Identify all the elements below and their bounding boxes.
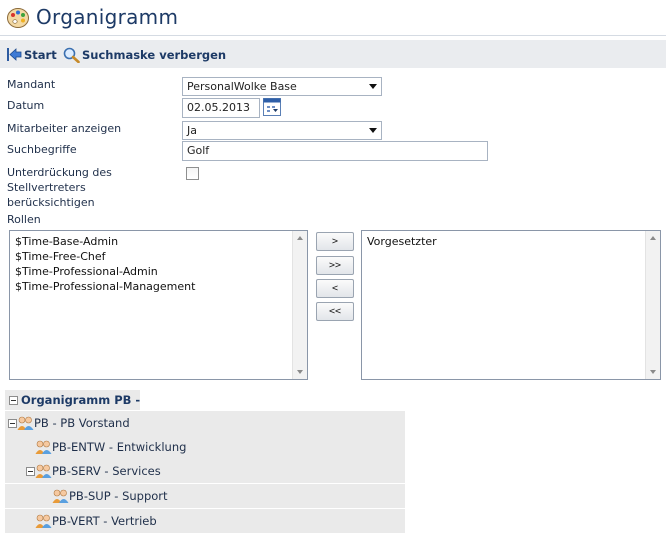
tree-node-label: PB-SERV - Services	[52, 464, 161, 478]
list-item[interactable]: $Time-Free-Chef	[15, 249, 307, 264]
datum-input[interactable]: 02.05.2013	[182, 98, 260, 118]
rollen-label: Rollen	[7, 213, 41, 226]
hide-search-label: Suchmaske verbergen	[82, 47, 227, 62]
scrollbar[interactable]	[292, 231, 307, 379]
scroll-down-icon[interactable]	[297, 370, 303, 374]
list-item[interactable]: Vorgesetzter	[367, 234, 660, 249]
unterdrueckung-label: Unterdrückung des Stellvertreters berück…	[7, 165, 112, 210]
mitarbeiter-select[interactable]: Ja	[182, 121, 382, 140]
tree-root-label: Organigramm PB -	[21, 393, 141, 407]
add-role-button[interactable]: >	[316, 232, 354, 251]
tree-node-label: PB - PB Vorstand	[34, 416, 130, 430]
page-title: Organigramm	[36, 5, 179, 29]
tree-node-vertrieb[interactable]: PB-VERT - Vertrieb	[5, 509, 405, 533]
mandant-label: Mandant	[7, 78, 56, 91]
selected-roles-list[interactable]: Vorgesetzter	[361, 230, 661, 380]
mandant-select[interactable]: PersonalWolke Base	[182, 77, 382, 96]
scroll-up-icon[interactable]	[297, 236, 303, 240]
list-item[interactable]: $Time-Professional-Admin	[15, 264, 307, 279]
mitarbeiter-value: Ja	[187, 124, 197, 137]
group-icon	[52, 489, 69, 503]
tree-node-label: PB-SUP - Support	[69, 489, 168, 503]
group-icon	[35, 514, 52, 528]
available-roles-list[interactable]: $Time-Base-Admin $Time-Free-Chef $Time-P…	[9, 230, 308, 380]
unterdrueckung-label-line1: Unterdrückung des	[7, 166, 112, 179]
mandant-value: PersonalWolke Base	[187, 80, 297, 93]
group-icon	[35, 464, 52, 478]
chevron-down-icon	[369, 128, 377, 133]
start-label: Start	[24, 47, 57, 62]
unterdrueckung-label-line3: berücksichtigen	[7, 196, 95, 209]
remove-role-button[interactable]: <	[316, 279, 354, 298]
suchbegriffe-label: Suchbegriffe	[7, 143, 77, 156]
tree-node-services[interactable]: PB-SERV - Services	[5, 459, 405, 483]
tree-node-label: PB-VERT - Vertrieb	[52, 514, 157, 528]
unterdrueckung-label-line2: Stellvertreters	[7, 181, 86, 194]
add-all-roles-button[interactable]: >>	[316, 256, 354, 275]
mitarbeiter-label: Mitarbeiter anzeigen	[7, 122, 122, 135]
group-icon	[35, 440, 52, 454]
collapse-icon[interactable]	[8, 418, 17, 428]
collapse-icon[interactable]	[9, 395, 18, 405]
list-item[interactable]: $Time-Professional-Management	[15, 279, 307, 294]
datum-label: Datum	[7, 99, 45, 112]
hide-search-button[interactable]: Suchmaske verbergen	[63, 46, 226, 63]
chevron-down-icon	[369, 84, 377, 89]
back-arrow-icon	[7, 48, 22, 61]
list-item[interactable]: $Time-Base-Admin	[15, 234, 307, 249]
title-bar: Organigramm	[0, 0, 666, 36]
tree-node-entwicklung[interactable]: PB-ENTW - Entwicklung	[5, 435, 405, 459]
suchbegriffe-input[interactable]: Golf	[182, 141, 488, 161]
calendar-icon[interactable]	[263, 98, 281, 116]
magnifier-icon	[63, 47, 80, 63]
tree-root[interactable]: Organigramm PB -	[5, 390, 140, 410]
unterdrueckung-checkbox[interactable]	[186, 167, 199, 180]
collapse-icon[interactable]	[26, 466, 35, 476]
scroll-up-icon[interactable]	[650, 236, 656, 240]
start-button[interactable]: Start	[6, 46, 57, 63]
remove-all-roles-button[interactable]: <<	[316, 302, 354, 321]
tree-node-vorstand[interactable]: PB - PB Vorstand	[5, 411, 405, 435]
scroll-down-icon[interactable]	[650, 370, 656, 374]
group-icon	[17, 416, 34, 430]
tree-node-support[interactable]: PB-SUP - Support	[5, 484, 405, 508]
toolbar: Start Suchmaske verbergen	[0, 40, 666, 68]
palette-icon	[7, 8, 29, 28]
tree-node-label: PB-ENTW - Entwicklung	[52, 440, 187, 454]
scrollbar[interactable]	[645, 231, 660, 379]
